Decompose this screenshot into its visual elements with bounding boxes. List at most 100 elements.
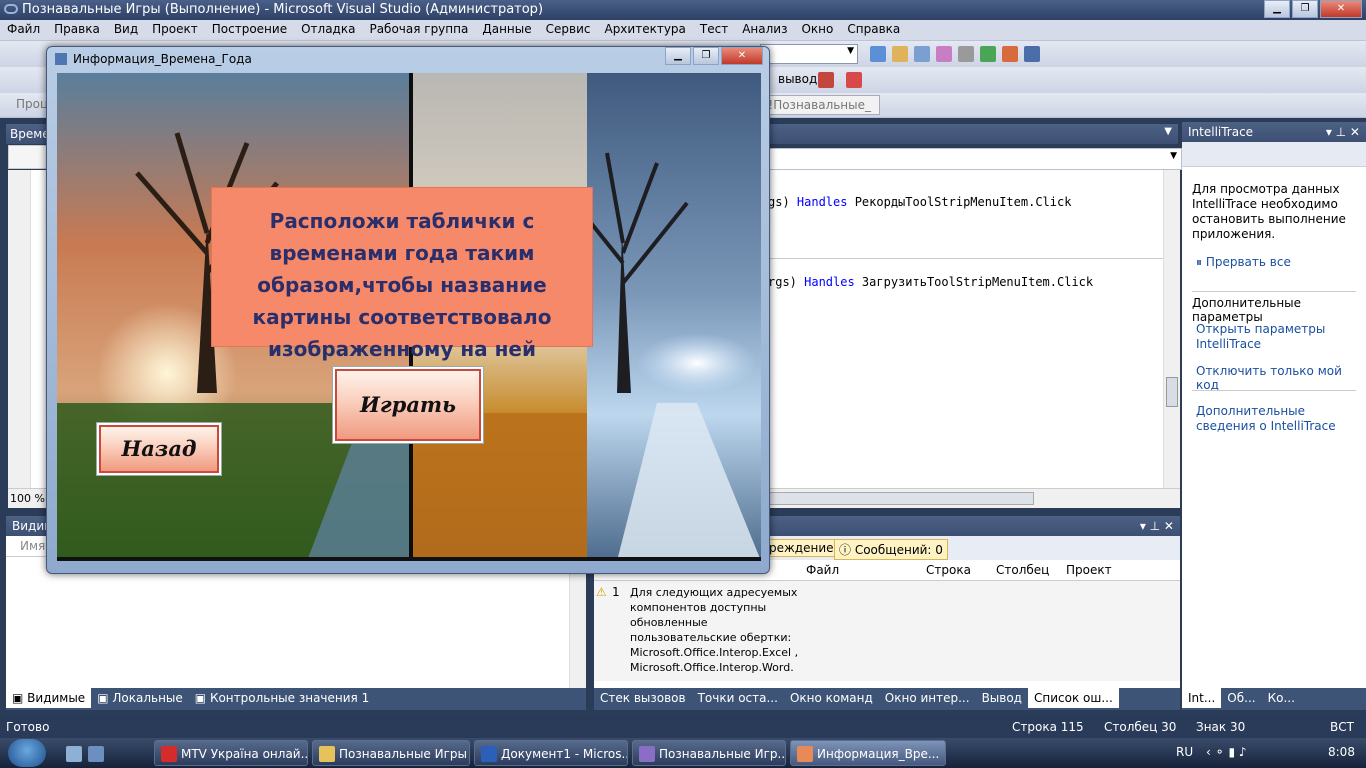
- clock[interactable]: 8:08: [1328, 745, 1355, 759]
- col-file[interactable]: Файл: [806, 563, 839, 577]
- locals-vscroll[interactable]: [569, 556, 586, 688]
- menu-data[interactable]: Данные: [475, 20, 538, 38]
- error-row[interactable]: ⚠ 1 Для следующих адресуемых компонентов…: [594, 581, 1180, 681]
- messages-tab[interactable]: ⓘ Сообщений: 0: [834, 539, 948, 560]
- solution-explorer-icon[interactable]: [914, 46, 930, 62]
- export-icon[interactable]: [980, 46, 996, 62]
- warnings-tab[interactable]: реждение: [764, 539, 839, 557]
- show-desktop-icon[interactable]: [66, 746, 82, 762]
- tools-icon[interactable]: [958, 46, 974, 62]
- menu-window[interactable]: Окно: [794, 20, 840, 38]
- menu-file[interactable]: Файл: [0, 20, 47, 38]
- stack-frame-combo[interactable]: е!Познавальные_: [760, 95, 880, 115]
- menu-tools[interactable]: Сервис: [539, 20, 598, 38]
- error-row-number: 1: [612, 585, 620, 599]
- instruction-panel: Расположи таблички с временами года таки…: [211, 187, 593, 393]
- status-char: Знак 30: [1196, 720, 1246, 734]
- type-combo[interactable]: [8, 145, 50, 169]
- menu-build[interactable]: Построение: [205, 20, 294, 38]
- tab-output[interactable]: Вывод: [976, 688, 1028, 708]
- col-project[interactable]: Проект: [1066, 563, 1112, 577]
- properties-icon[interactable]: [892, 46, 908, 62]
- menu-debug[interactable]: Отладка: [294, 20, 362, 38]
- col-line[interactable]: Строка: [926, 563, 971, 577]
- vs-icon: [639, 746, 655, 762]
- break-all-link[interactable]: ⏸ Прервать все: [1196, 255, 1291, 270]
- breakpoint-icon[interactable]: [818, 72, 834, 88]
- side-tabs: Int... Об... Ко...: [1182, 688, 1366, 710]
- class-view-icon[interactable]: [936, 46, 952, 62]
- game-minimize-button[interactable]: ▁: [665, 47, 691, 65]
- task-mtv[interactable]: MTV Україна онлай...: [154, 740, 308, 766]
- more-params-header: Дополнительные параметры: [1192, 296, 1302, 324]
- menu-analyze[interactable]: Анализ: [735, 20, 794, 38]
- extension-icon[interactable]: [1002, 46, 1018, 62]
- tab-immediate[interactable]: Окно интер...: [879, 688, 976, 708]
- right-bottom-tabs: Стек вызовов Точки оста... Окно команд Окно…: [594, 688, 1180, 710]
- tab-intellitrace[interactable]: Int...: [1182, 688, 1222, 708]
- task-vs[interactable]: Познавальные Игр...: [632, 740, 786, 766]
- tab-command[interactable]: Окно команд: [784, 688, 879, 708]
- close-button[interactable]: ✕: [1320, 0, 1362, 18]
- editor-header: ▼: [768, 124, 1178, 144]
- vs-logo-icon: [4, 4, 18, 14]
- game-close-button[interactable]: ✕: [721, 47, 763, 65]
- method-separator: [768, 258, 1172, 259]
- find-icon[interactable]: [870, 46, 886, 62]
- tab-breakpoints[interactable]: Точки оста...: [692, 688, 784, 708]
- status-bar: Готово Строка 115 Столбец 30 Знак 30 ВСТ: [0, 716, 1366, 738]
- more-info-link[interactable]: Дополнительные сведения о IntelliTrace: [1196, 404, 1356, 434]
- game-maximize-button[interactable]: ❐: [693, 47, 719, 65]
- task-word[interactable]: Документ1 - Micros...: [474, 740, 628, 766]
- opera-icon: [161, 746, 177, 762]
- menu-bar: Файл Правка Вид Проект Построение Отладка Рабо…: [0, 20, 1366, 41]
- record-icon[interactable]: [846, 72, 862, 88]
- back-button[interactable]: Назад: [99, 425, 219, 473]
- member-combo[interactable]: ▼: [768, 148, 1182, 170]
- menu-project[interactable]: Проект: [145, 20, 205, 38]
- maximize-button[interactable]: ❐: [1292, 0, 1318, 18]
- editor-hscroll-thumb[interactable]: [768, 492, 1034, 505]
- tab-watch[interactable]: ▣ Контрольные значения 1: [189, 688, 375, 708]
- tray-icons[interactable]: ‹ ⚬ ▮ ♪: [1206, 745, 1247, 759]
- open-params-link[interactable]: Открыть параметры IntelliTrace: [1196, 322, 1346, 352]
- tab-class[interactable]: Ко...: [1262, 688, 1301, 708]
- tab-autos[interactable]: ▣ Видимые: [6, 688, 92, 708]
- menu-view[interactable]: Вид: [107, 20, 145, 38]
- menu-team[interactable]: Рабочая группа: [362, 20, 475, 38]
- command-icon[interactable]: [1024, 46, 1040, 62]
- status-ready: Готово: [6, 720, 50, 734]
- info-icon: ⓘ: [839, 543, 855, 557]
- game-client-area: Расположи таблички с временами года таки…: [57, 73, 761, 561]
- tab-error-list[interactable]: Список ош...: [1027, 688, 1119, 708]
- game-window-title: Информация_Времена_Года: [73, 52, 252, 66]
- tab-locals[interactable]: ▣ Локальные: [91, 688, 189, 708]
- task-info-window[interactable]: Информация_Вре...: [790, 740, 946, 766]
- tab-call-stack[interactable]: Стек вызовов: [594, 688, 692, 708]
- instruction-text: Расположи таблички с временами года таки…: [252, 209, 552, 393]
- editor-vscroll-thumb[interactable]: [1166, 377, 1178, 407]
- task-folder[interactable]: Познавальные Игры: [312, 740, 470, 766]
- solution-config-combo[interactable]: ▼: [760, 44, 858, 64]
- menu-help[interactable]: Справка: [840, 20, 907, 38]
- minimize-button[interactable]: ▁: [1264, 0, 1290, 18]
- intellitrace-close-icon[interactable]: ▾ ⊥ ✕: [1326, 122, 1366, 142]
- play-button[interactable]: Играть: [335, 369, 481, 441]
- menu-edit[interactable]: Правка: [47, 20, 107, 38]
- menu-architecture[interactable]: Архитектура: [597, 20, 692, 38]
- vs-title: Познавальные Игры (Выполнение) - Microso…: [22, 2, 544, 17]
- editor-dropdown-icon[interactable]: ▼: [1164, 126, 1172, 137]
- menu-test[interactable]: Тест: [693, 20, 735, 38]
- zoom-level[interactable]: 100 %: [10, 492, 45, 505]
- quicklaunch-icon[interactable]: [88, 746, 104, 762]
- col-column[interactable]: Столбец: [996, 563, 1049, 577]
- start-button[interactable]: [8, 739, 46, 767]
- editor-vscroll[interactable]: [1163, 170, 1180, 488]
- tab-object-browser[interactable]: Об...: [1221, 688, 1261, 708]
- process-label: Проц: [16, 97, 49, 111]
- error-list-controls[interactable]: ▾ ⊥ ✕: [1140, 519, 1174, 533]
- output-label[interactable]: вывод: [778, 72, 817, 86]
- disable-mycode-link[interactable]: Отключить только мой код: [1196, 364, 1356, 392]
- language-indicator[interactable]: RU: [1176, 745, 1193, 759]
- taskbar: MTV Україна онлай... Познавальные Игры Д…: [0, 738, 1366, 768]
